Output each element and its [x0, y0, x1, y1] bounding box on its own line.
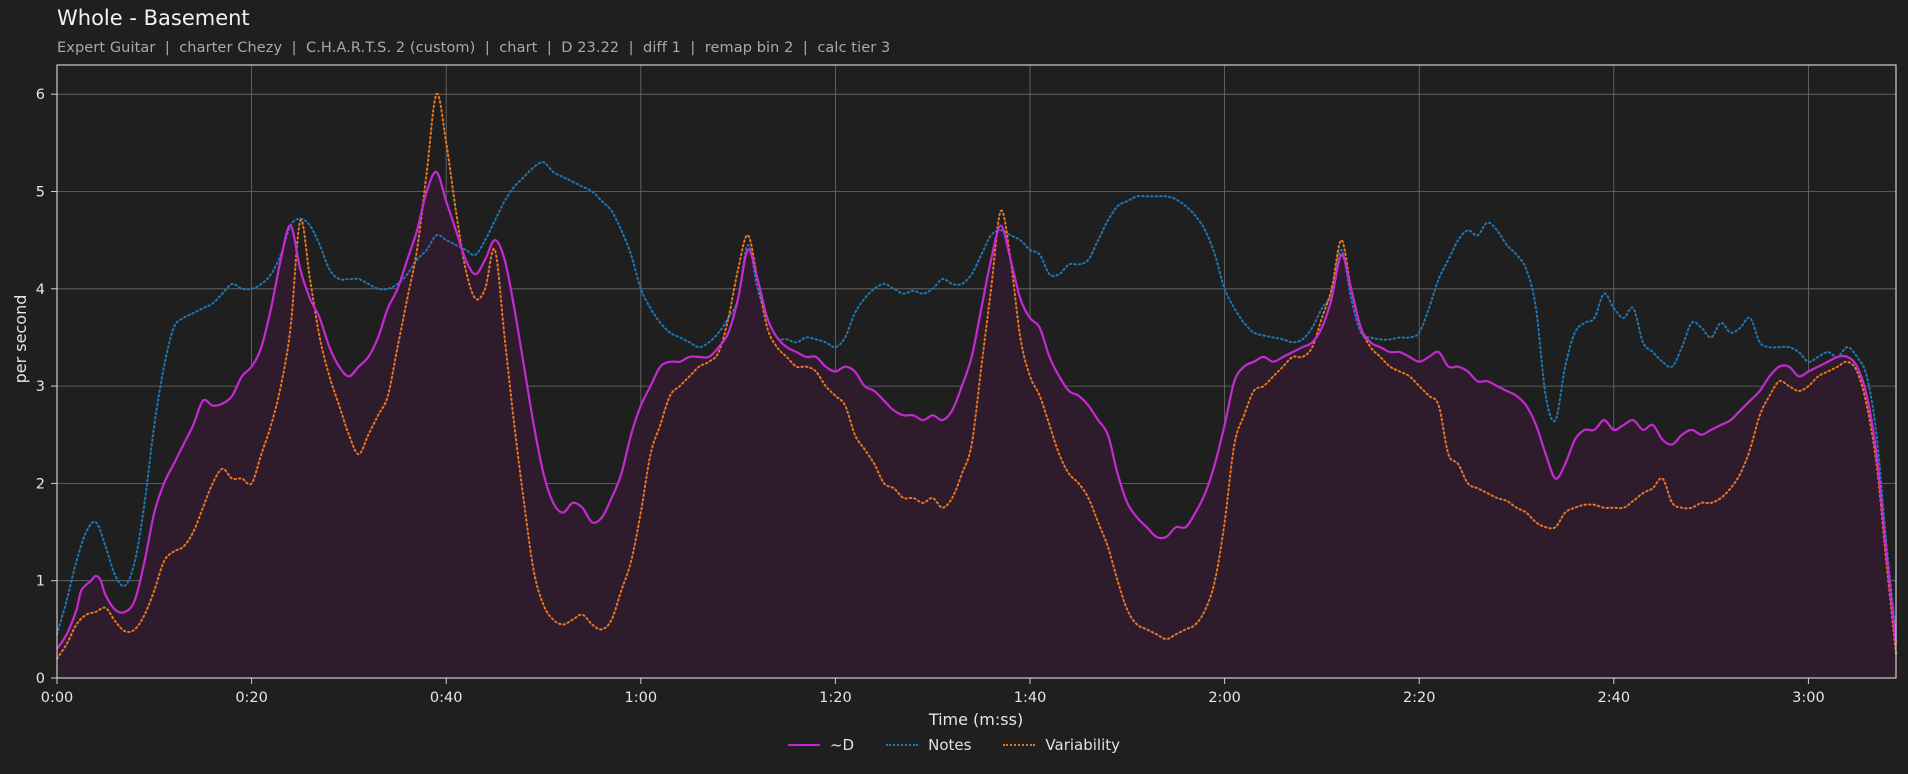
legend-item-d: ~D	[787, 736, 855, 754]
y-tick-label: 5	[36, 184, 45, 200]
y-tick-label: 6	[36, 87, 45, 103]
y-tick-label: 1	[36, 574, 45, 590]
legend-swatch-notes	[886, 744, 919, 746]
x-tick-label: 2:00	[1208, 690, 1241, 706]
legend: ~D Notes Variability	[0, 736, 1908, 754]
legend-label-d: ~D	[829, 736, 855, 754]
x-tick-label: 3:00	[1792, 690, 1825, 706]
legend-swatch-variability	[1003, 744, 1036, 746]
x-tick-label: 1:20	[819, 690, 852, 706]
x-tick-label: 0:40	[430, 690, 463, 706]
x-tick-label: 0:00	[41, 690, 74, 706]
legend-swatch-d	[787, 744, 820, 746]
y-tick-label: 3	[36, 379, 45, 395]
x-tick-label: 2:40	[1598, 690, 1631, 706]
line-chart: 0:00 0:20 0:40 1:00 1:20 1:40 2:00 2:20 2:40 3:00…	[11, 64, 1898, 729]
y-tick-label: 0	[36, 671, 45, 687]
x-tick-label: 1:40	[1014, 690, 1047, 706]
x-axis-label: Time (m:ss)	[928, 710, 1023, 729]
y-tick-label: 2	[36, 476, 45, 492]
x-tick-label: 0:20	[235, 690, 268, 706]
x-tick-label: 2:20	[1403, 690, 1436, 706]
legend-label-notes: Notes	[928, 736, 972, 754]
x-tick-label: 1:00	[625, 690, 658, 706]
legend-item-notes: Notes	[886, 736, 971, 754]
y-tick-label: 4	[36, 282, 45, 298]
legend-label-variability: Variability	[1045, 736, 1121, 754]
y-axis-label: per second	[11, 295, 30, 384]
legend-item-variability: Variability	[1003, 736, 1120, 754]
